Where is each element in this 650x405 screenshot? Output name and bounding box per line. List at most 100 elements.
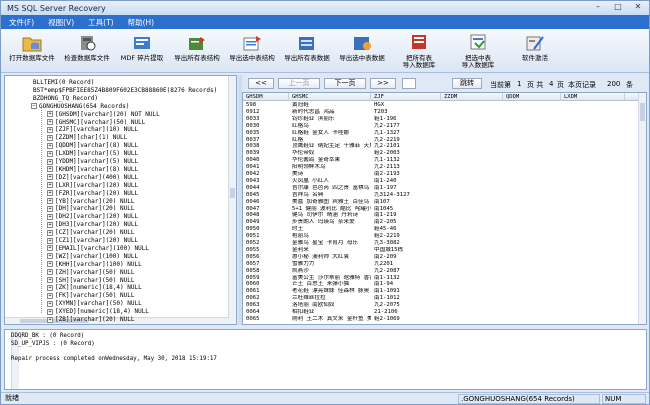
column-header-zzdm[interactable]: ZZDM [443, 93, 503, 101]
jump-button[interactable]: 跳转 [452, 78, 482, 89]
grid-scroll-thumb[interactable] [640, 103, 645, 121]
tree-node-column[interactable]: + [DH3][varchar](20) NULL [47, 221, 138, 228]
tree-node-column[interactable]: + [LXDM][varchar](5) NULL [47, 150, 138, 157]
table-row[interactable]: 0056 惠小秘 澳利帅 大红袁 南2-209 [243, 254, 640, 260]
table-row[interactable]: 0065 刚利 王二木 真文米 金杆鱼 美鞋2-1069 [243, 316, 640, 322]
column-header-qddm[interactable]: QDDM [505, 93, 561, 101]
page-number-input[interactable] [402, 78, 416, 89]
tree-node-column[interactable]: + [KHH][varchar](100) NULL [47, 261, 142, 268]
activate-button[interactable]: 软件激活 [508, 31, 562, 71]
expand-toggle-icon[interactable]: + [47, 300, 53, 307]
table-row[interactable]: 0033 钧珍鞋业 滨丽乐 鞋1-196 [243, 116, 640, 122]
menu-file[interactable]: 文件(F) [9, 17, 34, 28]
expand-toggle-icon[interactable]: + [47, 126, 53, 133]
expand-toggle-icon[interactable]: + [47, 174, 53, 181]
import-sel-button[interactable]: 把选中表 导入数据库 [449, 31, 507, 71]
table-row[interactable]: 0037 红格 九2-2219 [243, 137, 640, 143]
table-row[interactable]: 0043 火凤凰 小红人 南1-240 [243, 178, 640, 184]
menu-help[interactable]: 帮助(H) [128, 17, 155, 28]
column-header-lxdm[interactable]: LXDM [563, 93, 625, 101]
expand-toggle-icon[interactable]: + [47, 111, 53, 118]
last-page-button[interactable]: >> [370, 78, 396, 89]
table-row[interactable]: 0039 华伦帝奴 鞋2-2003 [243, 150, 640, 156]
check-db-button[interactable]: 检查数据库文件 [60, 31, 114, 71]
expand-toggle-icon[interactable]: − [31, 103, 37, 110]
tree-node-column[interactable]: + [XYMN][varchar](50) NULL [47, 300, 142, 307]
tree-node-column[interactable]: + [FZR][varchar](20) NULL [47, 190, 138, 197]
records-grid[interactable]: GHSDM GHSMC ZJF ZZDM QDDM LXDM 598 黄冠鞋 HGX 0912 新… [242, 92, 647, 325]
column-header-zjf[interactable]: ZJF [373, 93, 441, 101]
table-row[interactable]: 0049 步贵朗人 玛瑛鸟 奈米爱 南2-205 [243, 219, 640, 225]
tree-node-column[interactable]: + [GHSMC][varchar](50) NULL [47, 119, 145, 126]
expand-toggle-icon[interactable]: + [47, 316, 53, 323]
tree-node-table[interactable]: BLLTEMI(0 Record) [33, 79, 94, 86]
tree-node-column[interactable]: + [ZK][numeric](18,4) NULL [47, 284, 142, 291]
table-row[interactable]: 0059 富美公主 莎尔蒂丽 晗雅特 香香 南1-1132 [243, 275, 640, 281]
mdf-extract-button[interactable]: MDF 碎片提取 [115, 31, 169, 71]
tree-node-column[interactable]: + [ZB][varchar](20) NULL [47, 316, 134, 323]
tree-node-column[interactable]: + [CZ1][varchar](20) NULL [47, 237, 138, 244]
tree-node-column[interactable]: + [XYED][numeric](18,4) NULL [47, 308, 149, 315]
table-row[interactable]: 0044 吉尔康 芭芭芮 四之贵 富祺鸟 南1-197 [243, 185, 640, 191]
table-row[interactable]: 0051 袍丽鸟 鞋2-2219 [243, 233, 640, 239]
table-row[interactable]: 0035 红格鞋 金女人 卡哇娜 九1-1327 [243, 130, 640, 136]
tree-node-column[interactable]: + [EMAIL][varchar](100) NULL [47, 245, 149, 252]
table-row[interactable]: 0064 相扣鞋业 21-2106 [243, 309, 640, 315]
expand-toggle-icon[interactable]: + [47, 261, 53, 268]
menu-view[interactable]: 视图(V) [48, 17, 74, 28]
table-row[interactable]: 0062 兰杜维丝拉拉 南1-1012 [243, 295, 640, 301]
table-row[interactable]: 0052 金雅鸟 星宝 卡育月 母乐 九3-3082 [243, 240, 640, 246]
export-all-struct-button[interactable]: 导出所有表结构 [170, 31, 224, 71]
expand-toggle-icon[interactable]: + [47, 277, 53, 283]
expand-toggle-icon[interactable]: + [47, 142, 53, 149]
tree-node-column[interactable]: + [DH][varchar](20) NULL [47, 205, 134, 212]
tree-node-column[interactable]: + [WZ][varchar](100) NULL [47, 253, 138, 260]
table-row[interactable]: 0041 阳明领鲜木鸟 九2-2113 [243, 164, 640, 170]
tree-vertical-scrollbar[interactable] [228, 76, 236, 324]
column-header-ghsmc[interactable]: GHSMC [291, 93, 371, 101]
export-sel-data-button[interactable]: 导出选中表数据 [335, 31, 389, 71]
prev-page-button[interactable]: 上一页 [278, 78, 320, 89]
table-row[interactable]: 0912 新时代志昌 鸿品 T203 [243, 109, 640, 115]
expand-toggle-icon[interactable]: + [47, 158, 53, 165]
expand-toggle-icon[interactable]: + [47, 205, 53, 212]
tree-node-column[interactable]: + [YB][varchar](20) NULL [47, 198, 134, 205]
table-row[interactable]: 0055 金利来 中国城15栋 [243, 247, 640, 253]
tree-node-column[interactable]: + [ZZDM][char](1) NULL [47, 134, 127, 141]
tree-node-table[interactable]: BZDHONG_TQ Record) [33, 95, 98, 102]
table-row[interactable]: 598 黄冠鞋 HGX [243, 102, 640, 108]
column-header-ghsdm[interactable]: GHSDM [245, 93, 289, 101]
expand-toggle-icon[interactable]: + [47, 253, 53, 260]
expand-toggle-icon[interactable]: + [47, 166, 53, 173]
first-page-button[interactable]: << [248, 78, 274, 89]
tree-node-column[interactable]: + [YDDM][varchar](5) NULL [47, 158, 138, 165]
table-row[interactable]: 0038 顶鹰鞋业 纳妃主足 千雅菲 天角 九2-2101 [243, 143, 640, 149]
table-row[interactable]: 0042 美诗 南2-2193 [243, 171, 640, 177]
tree-node-column[interactable]: + [ZJF][varchar](10) NULL [47, 126, 138, 133]
table-row[interactable]: 0040 华伦酱鸽 金奇萃果 九1-1132 [243, 157, 640, 163]
table-row[interactable]: 0058 凯燕沙 九2-2087 [243, 268, 640, 274]
tree-node-column[interactable]: + [KHDM][varchar](8) NULL [47, 166, 138, 173]
tree-node-column[interactable]: + [FK][varchar](50) NULL [47, 292, 134, 299]
expand-toggle-icon[interactable]: + [47, 221, 53, 228]
expand-toggle-icon[interactable]: + [47, 308, 53, 315]
table-row[interactable]: 0063 洛塔丽 南欧仙奴 九2-2075 [243, 302, 640, 308]
tree-node-table[interactable]: BST*emp$FPBFIEE85Z4B809F602E3CB88860E(82… [33, 87, 217, 94]
expand-toggle-icon[interactable]: + [47, 134, 53, 141]
expand-toggle-icon[interactable]: + [47, 292, 53, 299]
tree-node-column[interactable]: + [QDDM][varchar](8) NULL [47, 142, 138, 149]
tree-node-column[interactable]: + [CZ][varchar](20) NULL [47, 229, 134, 236]
expand-toggle-icon[interactable]: + [47, 324, 53, 325]
table-row[interactable]: 0060 芒王 百思王 来彈小猫 南1-94 [243, 281, 640, 287]
tree-node-column[interactable]: + [GHSDM][varchar](20) NOT NULL [47, 111, 160, 118]
expand-toggle-icon[interactable]: + [47, 150, 53, 157]
expand-toggle-icon[interactable]: + [47, 119, 53, 125]
expand-toggle-icon[interactable]: + [47, 284, 53, 291]
table-row[interactable]: 0048 健鸟 司伊尔 晴涵 丹莉诗 南1-219 [243, 212, 640, 218]
expand-toggle-icon[interactable]: + [47, 182, 53, 189]
tree-node-column[interactable]: + [SH][varchar](50) NULL [47, 277, 134, 284]
tree-node-column[interactable]: + [LXR][varchar](20) NULL [47, 182, 138, 189]
open-db-button[interactable]: 打开数据库文件 [5, 31, 59, 71]
tree-node-column[interactable]: + [ZH][varchar](50) NULL [47, 269, 134, 276]
expand-toggle-icon[interactable]: + [47, 245, 53, 252]
